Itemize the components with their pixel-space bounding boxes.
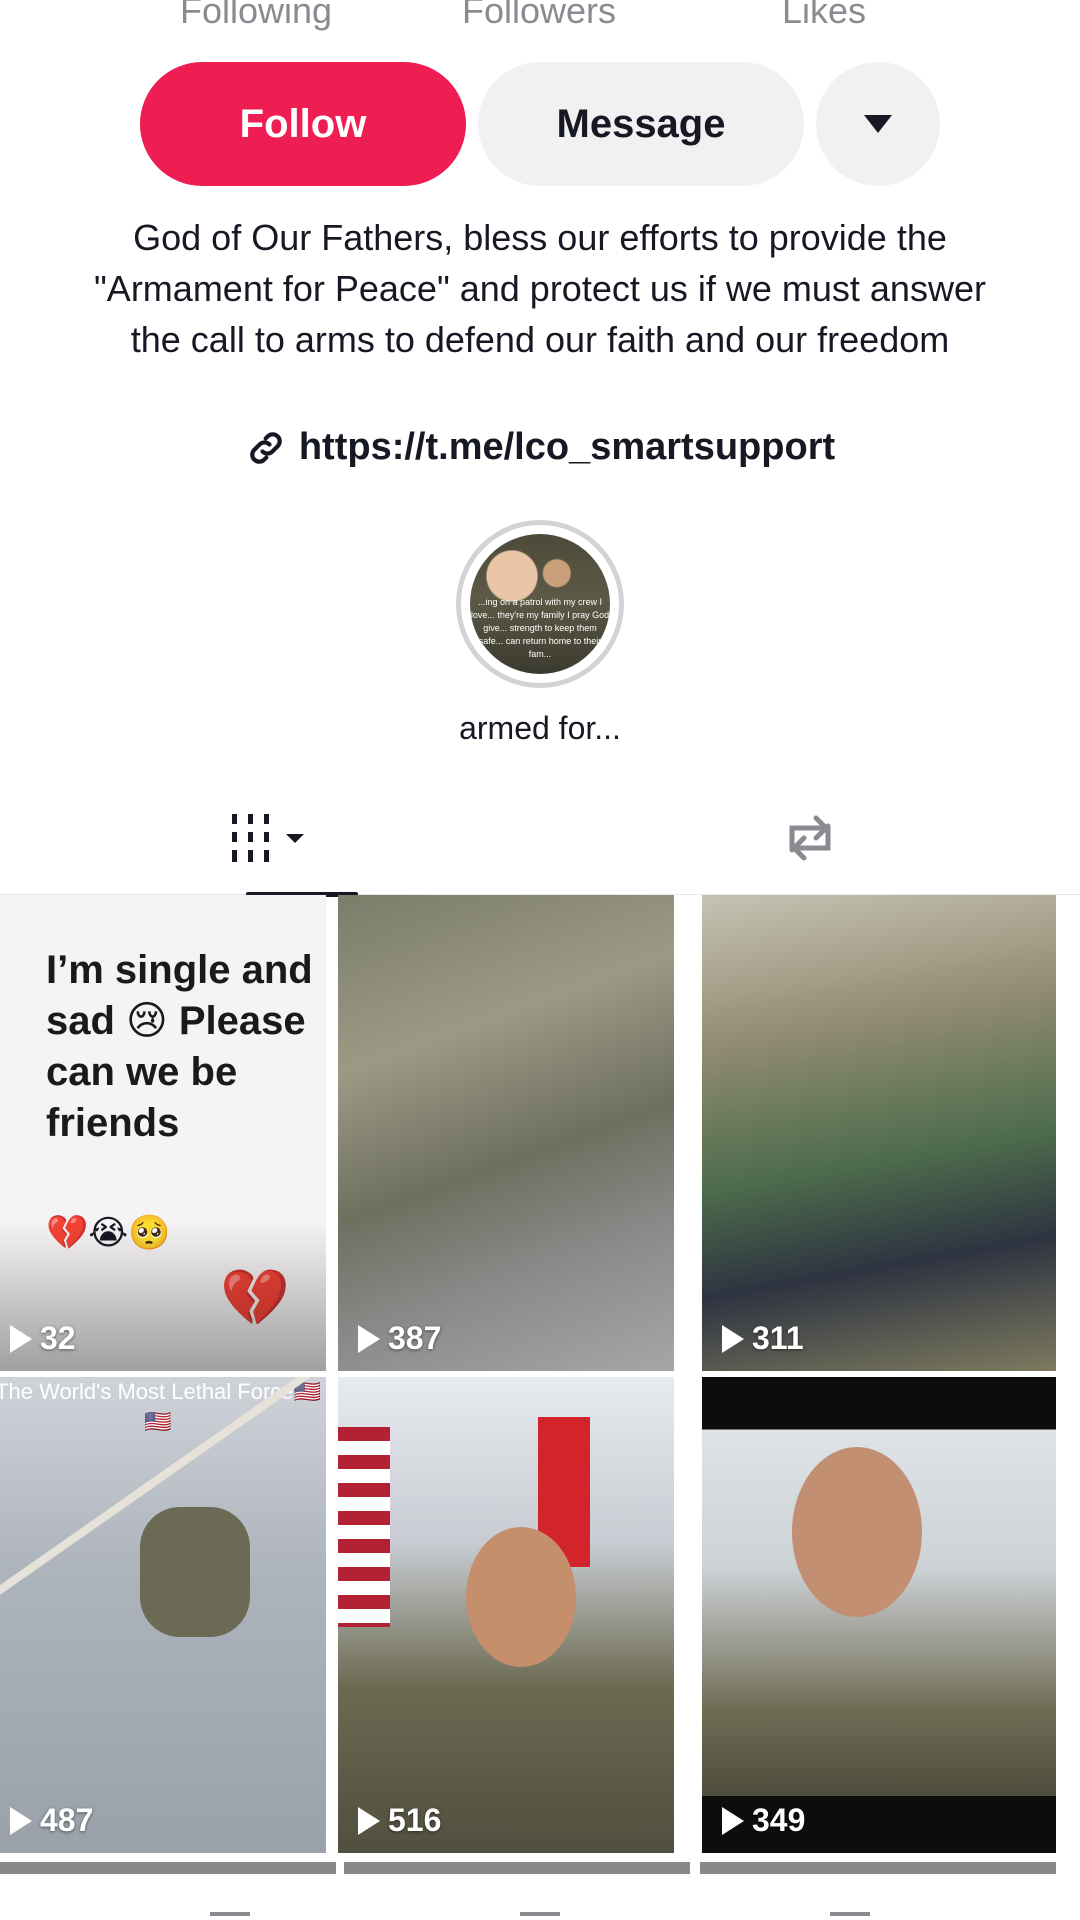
next-row-edge bbox=[0, 1862, 1080, 1874]
tab-reposts[interactable] bbox=[540, 780, 1080, 895]
play-icon bbox=[10, 1806, 32, 1835]
view-count-value: 516 bbox=[388, 1802, 442, 1838]
back-icon[interactable] bbox=[830, 1912, 870, 1920]
caret-down-icon bbox=[864, 115, 892, 133]
view-count: 387 bbox=[358, 1320, 441, 1357]
profile-bio: God of Our Fathers, bless our efforts to… bbox=[94, 217, 986, 360]
video-tile[interactable]: 349 bbox=[702, 1377, 1056, 1853]
view-count: 487 bbox=[10, 1802, 93, 1839]
view-count: 311 bbox=[722, 1320, 804, 1357]
more-options-button[interactable] bbox=[816, 62, 940, 186]
video-caption: I’m single and sad 😢 Please can we be fr… bbox=[46, 948, 313, 1145]
play-icon bbox=[358, 1806, 380, 1835]
repost-icon bbox=[789, 815, 831, 860]
view-count: 32 bbox=[10, 1320, 76, 1357]
soldier-graphic bbox=[140, 1507, 250, 1637]
system-nav-bar bbox=[0, 1890, 1080, 1920]
content-tabs bbox=[0, 780, 1080, 897]
play-icon bbox=[722, 1324, 744, 1353]
profile-stats: Following Followers Likes bbox=[0, 0, 1080, 32]
following-label[interactable]: Following bbox=[180, 0, 332, 32]
home-icon[interactable] bbox=[520, 1912, 560, 1920]
view-count: 349 bbox=[722, 1802, 805, 1839]
recent-apps-icon[interactable] bbox=[210, 1912, 250, 1920]
highlight-image: ...ing on a patrol with my crew I love..… bbox=[470, 534, 610, 674]
view-count-value: 387 bbox=[388, 1320, 442, 1356]
play-icon bbox=[358, 1324, 380, 1353]
likes-label: Likes bbox=[782, 0, 867, 31]
person-graphic bbox=[466, 1527, 576, 1667]
highlight-thumbnail[interactable]: ...ing on a patrol with my crew I love..… bbox=[456, 520, 624, 688]
follow-button[interactable]: Follow bbox=[140, 62, 466, 186]
video-tile[interactable]: I’m single and sad 😢 Please can we be fr… bbox=[0, 895, 326, 1371]
video-tile[interactable]: The World's Most Lethal Force🇺🇸🇺🇸 487 bbox=[0, 1377, 326, 1853]
view-count: 516 bbox=[358, 1802, 441, 1839]
view-count-value: 349 bbox=[752, 1802, 806, 1838]
us-flag-graphic bbox=[338, 1427, 390, 1627]
person-graphic bbox=[792, 1447, 922, 1617]
view-count-value: 487 bbox=[40, 1802, 94, 1838]
message-button[interactable]: Message bbox=[478, 62, 804, 186]
video-tile[interactable]: 516 bbox=[338, 1377, 674, 1853]
followers-label[interactable]: Followers bbox=[462, 0, 616, 32]
highlight-label[interactable]: armed for... bbox=[0, 710, 1080, 747]
view-count-value: 311 bbox=[752, 1320, 804, 1356]
grid-icon bbox=[232, 813, 304, 862]
video-overlay-text: The World's Most Lethal Force🇺🇸🇺🇸 bbox=[0, 1379, 321, 1434]
highlight-overlay-text: ...ing on a patrol with my crew I love..… bbox=[470, 597, 610, 659]
play-icon bbox=[722, 1806, 744, 1835]
play-icon bbox=[10, 1324, 32, 1353]
link-icon bbox=[250, 431, 282, 464]
view-count-value: 32 bbox=[40, 1320, 76, 1356]
video-tile[interactable]: 387 bbox=[338, 895, 674, 1371]
profile-actions: Follow Message bbox=[0, 62, 1080, 186]
video-tile[interactable]: 311 bbox=[702, 895, 1056, 1371]
bio-link-text: https://t.me/lco_smartsupport bbox=[298, 426, 836, 468]
tab-videos[interactable] bbox=[0, 780, 540, 897]
bio-link[interactable]: https://t.me/lco_smartsupport bbox=[0, 426, 1080, 469]
